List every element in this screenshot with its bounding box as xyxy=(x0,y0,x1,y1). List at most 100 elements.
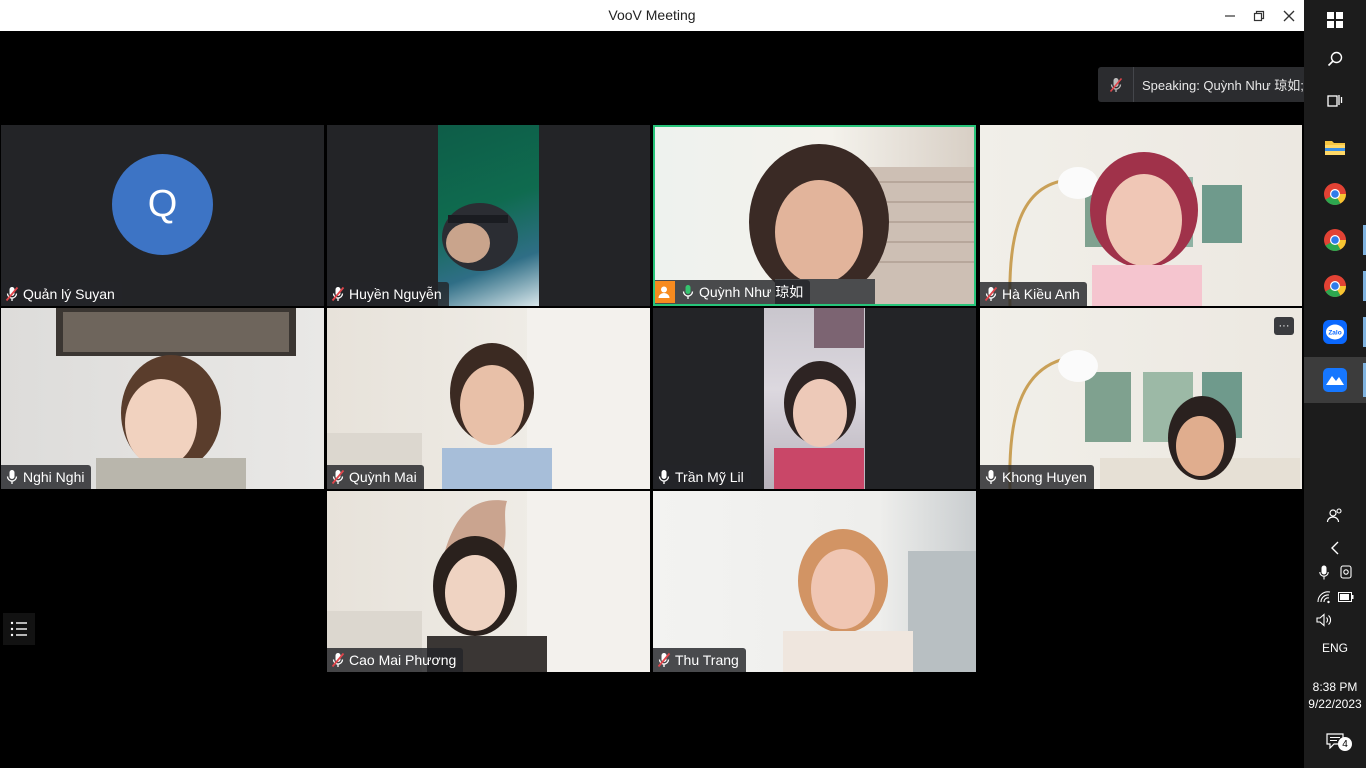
participant-name: Khong Huyen xyxy=(1002,469,1087,485)
participant-video xyxy=(980,125,1302,306)
notification-count-badge: 4 xyxy=(1338,737,1352,751)
mic-muted-icon xyxy=(5,286,19,302)
speaking-text: Speaking: Quỳnh Như 琼如; xyxy=(1142,78,1304,93)
close-icon xyxy=(1283,10,1295,21)
voov-meeting-icon xyxy=(1323,368,1347,392)
participant-name-tag: Khong Huyen xyxy=(980,465,1094,489)
mic-on-icon xyxy=(985,470,997,484)
task-view-button[interactable] xyxy=(1304,82,1366,118)
participant-name: Thu Trang xyxy=(675,652,739,668)
title-bar: VooV Meeting xyxy=(0,0,1304,31)
participant-video xyxy=(438,125,539,306)
wifi-icon xyxy=(1317,591,1331,604)
mic-muted-icon xyxy=(1098,67,1134,102)
participant-video xyxy=(655,127,974,304)
participant-name: Quỳnh Mai xyxy=(349,469,417,485)
participant-video xyxy=(327,308,650,489)
taskbar-app-chrome[interactable] xyxy=(1304,173,1366,215)
chevron-left-icon xyxy=(1331,541,1339,555)
battery-icon xyxy=(1338,592,1354,602)
start-button[interactable] xyxy=(1304,2,1366,38)
camera-icon xyxy=(1340,565,1352,579)
participant-name: Nghi Nghi xyxy=(23,469,85,485)
mic-on-icon xyxy=(6,470,18,484)
participant-tile[interactable]: Nghi Nghi xyxy=(1,308,324,489)
battery-tray-icon[interactable] xyxy=(1336,588,1356,606)
participant-tile[interactable]: Quỳnh Mai xyxy=(327,308,650,489)
task-view-icon xyxy=(1327,95,1343,107)
mic-on-icon xyxy=(682,285,694,299)
participant-name-tag: Hà Kiều Anh xyxy=(980,282,1087,306)
participant-name: Quỳnh Như 琼如 xyxy=(699,284,804,300)
participant-video xyxy=(653,491,976,672)
restore-icon xyxy=(1253,10,1265,21)
mic-muted-icon xyxy=(331,469,345,485)
meeting-window: VooV Meeting Speaking: Quỳnh Như 琼如; Q Q… xyxy=(0,0,1340,768)
windows-icon xyxy=(1327,12,1343,28)
mic-on-icon xyxy=(658,470,670,484)
clock-time[interactable]: 8:38 PM xyxy=(1304,680,1366,694)
taskbar-app-file-explorer[interactable] xyxy=(1304,127,1366,167)
taskbar-app-voov-meeting[interactable] xyxy=(1304,357,1366,403)
participant-name-tag: Trần Mỹ Lil xyxy=(653,465,751,489)
participant-name-tag: Huyền Nguyễn xyxy=(327,282,449,306)
participant-video xyxy=(764,308,865,489)
folder-icon xyxy=(1325,141,1345,155)
participant-name-tag: Cao Mai Phương xyxy=(327,648,464,672)
window-title: VooV Meeting xyxy=(608,7,696,23)
minimize-icon xyxy=(1225,14,1235,17)
participant-name: Hà Kiều Anh xyxy=(1002,286,1080,302)
participant-name: Trần Mỹ Lil xyxy=(675,469,744,485)
participant-name-tag: Thu Trang xyxy=(653,648,746,672)
show-hidden-icons-button[interactable] xyxy=(1304,537,1366,559)
mic-muted-icon xyxy=(331,652,345,668)
taskbar-app-zalo[interactable]: Zalo xyxy=(1304,311,1366,353)
wifi-tray-icon[interactable] xyxy=(1314,588,1334,606)
participant-tile[interactable]: Trần Mỹ Lil xyxy=(653,308,976,489)
chrome-icon xyxy=(1324,229,1346,251)
search-button[interactable] xyxy=(1304,41,1366,77)
participant-tile[interactable]: Thu Trang xyxy=(653,491,976,672)
svg-text:Zalo: Zalo xyxy=(1328,330,1341,337)
taskbar: Zalo ENG 8:38 PM 9/22/2023 4 xyxy=(1304,0,1366,768)
camera-tray-icon[interactable] xyxy=(1336,563,1356,581)
participant-video xyxy=(1,308,324,489)
participant-tile[interactable]: Huyền Nguyễn xyxy=(327,125,650,306)
microphone-icon xyxy=(1319,565,1329,579)
restore-button[interactable] xyxy=(1244,0,1274,31)
taskbar-app-chrome[interactable] xyxy=(1304,219,1366,261)
people-button[interactable] xyxy=(1304,504,1366,528)
action-center-button[interactable] xyxy=(1304,725,1366,757)
avatar: Q xyxy=(112,154,213,255)
participant-name: Quản lý Suyan xyxy=(23,286,115,302)
participant-tile[interactable]: Q Quản lý Suyan xyxy=(1,125,324,306)
taskbar-app-chrome[interactable] xyxy=(1304,265,1366,307)
volume-tray-icon[interactable] xyxy=(1314,611,1334,629)
host-icon xyxy=(655,281,675,303)
participant-video xyxy=(327,491,650,672)
participant-video xyxy=(980,308,1302,489)
participant-list-button[interactable] xyxy=(3,613,35,645)
participant-tile[interactable]: ··· Khong Huyen xyxy=(980,308,1302,489)
participant-tile[interactable]: Cao Mai Phương xyxy=(327,491,650,672)
mic-muted-icon xyxy=(331,286,345,302)
close-button[interactable] xyxy=(1274,0,1304,31)
clock-date[interactable]: 9/22/2023 xyxy=(1304,697,1366,711)
mic-muted-icon xyxy=(984,286,998,302)
search-icon xyxy=(1327,51,1343,67)
chrome-icon xyxy=(1324,275,1346,297)
participant-name-tag: Nghi Nghi xyxy=(1,465,92,489)
tile-more-button[interactable]: ··· xyxy=(1274,317,1294,335)
microphone-tray-icon[interactable] xyxy=(1314,563,1334,581)
participant-tile[interactable]: Hà Kiều Anh xyxy=(980,125,1302,306)
participant-name: Cao Mai Phương xyxy=(349,652,457,668)
zalo-icon: Zalo xyxy=(1323,320,1347,344)
people-icon xyxy=(1326,508,1342,523)
list-icon xyxy=(10,621,27,637)
input-language-indicator[interactable]: ENG xyxy=(1304,641,1366,655)
volume-icon xyxy=(1316,613,1331,627)
mic-muted-icon xyxy=(657,652,671,668)
participant-tile-active-speaker[interactable]: Quỳnh Như 琼如 xyxy=(653,125,976,306)
minimize-button[interactable] xyxy=(1215,0,1245,31)
participant-name-tag: Quỳnh Mai xyxy=(327,465,424,489)
